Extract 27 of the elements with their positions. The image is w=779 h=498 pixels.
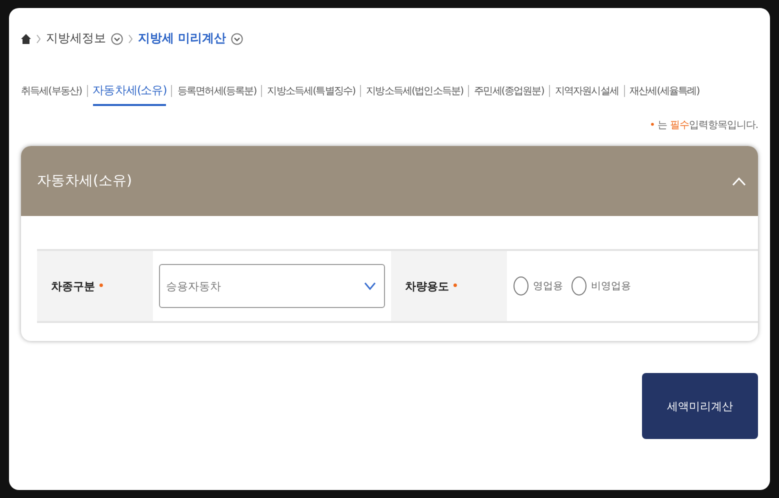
tab[interactable]: 취득세(부동산) xyxy=(21,84,82,106)
tab[interactable]: 등록면허세(등록분) xyxy=(177,84,256,106)
field-label: 차종구분 • xyxy=(37,251,153,321)
chevron-right-icon xyxy=(128,34,133,44)
collapse-caret-icon[interactable] xyxy=(732,176,746,186)
dropdown-circle-icon[interactable] xyxy=(111,32,123,44)
home-icon[interactable] xyxy=(21,34,31,44)
tab[interactable]: 지방소득세(법인소득분) xyxy=(366,84,464,106)
panel-title: 자동차세(소유) xyxy=(37,172,132,190)
breadcrumb-link[interactable]: 지방세 미리계산 xyxy=(138,30,226,47)
tab[interactable]: 자동차세(소유) xyxy=(92,83,166,106)
radio-unchecked-icon[interactable] xyxy=(513,276,529,296)
chevron-right-icon xyxy=(36,34,41,44)
tab[interactable]: 재산세(세율특례) xyxy=(630,84,700,106)
tab[interactable]: 지역자원시설세 xyxy=(554,84,619,106)
tab[interactable]: 주민세(종업원분) xyxy=(474,84,544,106)
vehicle-type-select[interactable]: 승용자동차 xyxy=(159,264,385,308)
radio-unchecked-icon[interactable] xyxy=(571,276,587,296)
radio-option[interactable]: 영업용 xyxy=(513,276,563,296)
radio-option[interactable]: 비영업용 xyxy=(571,276,631,296)
tab[interactable]: 지방소득세(특별징수) xyxy=(267,84,356,106)
required-note: • 는 필수입력항목입니다. xyxy=(650,119,758,132)
caret-down-icon xyxy=(364,282,376,290)
field-label: 차량용도 • xyxy=(391,251,507,321)
dropdown-circle-icon[interactable] xyxy=(231,32,244,44)
breadcrumb-link[interactable]: 지방세정보 xyxy=(46,30,106,47)
calculate-button[interactable]: 세액미리계산 xyxy=(642,373,758,439)
